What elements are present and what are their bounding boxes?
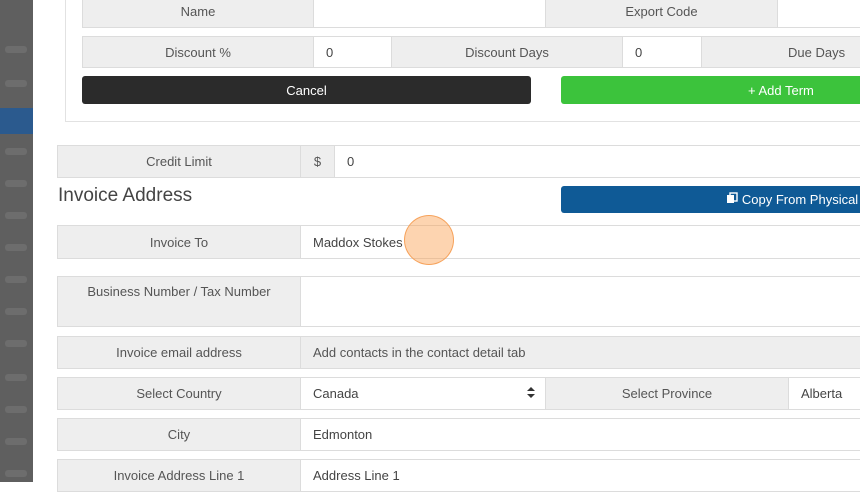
- sidebar-icon[interactable]: [5, 374, 27, 381]
- business-number-input[interactable]: [300, 276, 860, 327]
- invoice-to-input[interactable]: Maddox Stokes: [300, 225, 860, 259]
- sidebar-icon[interactable]: [5, 470, 27, 477]
- sidebar-item-active[interactable]: [0, 108, 33, 134]
- export-code-input[interactable]: [777, 0, 860, 28]
- address-line1-input[interactable]: Address Line 1: [300, 459, 860, 492]
- city-label: City: [57, 418, 301, 451]
- add-term-button[interactable]: + Add Term: [561, 76, 860, 104]
- sort-arrows-icon: [527, 386, 535, 401]
- credit-limit-label: Credit Limit: [57, 145, 301, 178]
- sidebar-icon[interactable]: [5, 148, 27, 155]
- sidebar-icon[interactable]: [5, 340, 27, 347]
- invoice-email-note: Add contacts in the contact detail tab: [300, 336, 860, 369]
- click-indicator: [404, 215, 454, 265]
- discount-pct-label: Discount %: [82, 36, 314, 68]
- discount-days-input[interactable]: 0: [622, 36, 702, 68]
- sidebar-icon[interactable]: [5, 276, 27, 283]
- invoice-to-label: Invoice To: [57, 225, 301, 259]
- sidebar-icon[interactable]: [5, 308, 27, 315]
- sidebar-icon[interactable]: [5, 406, 27, 413]
- select-country-label: Select Country: [57, 377, 301, 410]
- term-name-input[interactable]: [313, 0, 546, 28]
- sidebar-icon[interactable]: [5, 46, 27, 53]
- term-name-label: Name: [82, 0, 314, 28]
- copy-button-label: Copy From Physical Ad: [741, 192, 860, 207]
- credit-limit-input[interactable]: 0: [334, 145, 860, 178]
- cancel-button[interactable]: Cancel: [82, 76, 531, 104]
- invoice-email-label: Invoice email address: [57, 336, 301, 369]
- sidebar-icon[interactable]: [5, 244, 27, 251]
- select-province-label: Select Province: [545, 377, 789, 410]
- city-input[interactable]: Edmonton: [300, 418, 860, 451]
- invoice-address-heading: Invoice Address: [58, 185, 193, 206]
- export-code-label: Export Code: [545, 0, 778, 28]
- sidebar-icon[interactable]: [5, 80, 27, 87]
- business-number-label: Business Number / Tax Number: [57, 276, 301, 327]
- sidebar: [0, 0, 33, 482]
- due-days-label: Due Days: [701, 36, 860, 68]
- sidebar-icon[interactable]: [5, 180, 27, 187]
- sidebar-icon[interactable]: [5, 212, 27, 219]
- discount-pct-input[interactable]: 0: [313, 36, 392, 68]
- currency-addon: $: [300, 145, 335, 178]
- province-select[interactable]: Alberta: [788, 377, 860, 410]
- sidebar-icon[interactable]: [5, 438, 27, 445]
- copy-icon: [726, 192, 738, 207]
- address-line1-label: Invoice Address Line 1: [57, 459, 301, 492]
- country-select-value: Canada: [313, 386, 359, 401]
- country-select[interactable]: Canada: [300, 377, 546, 410]
- copy-from-physical-address-button[interactable]: Copy From Physical Ad: [561, 186, 860, 213]
- discount-days-label: Discount Days: [391, 36, 623, 68]
